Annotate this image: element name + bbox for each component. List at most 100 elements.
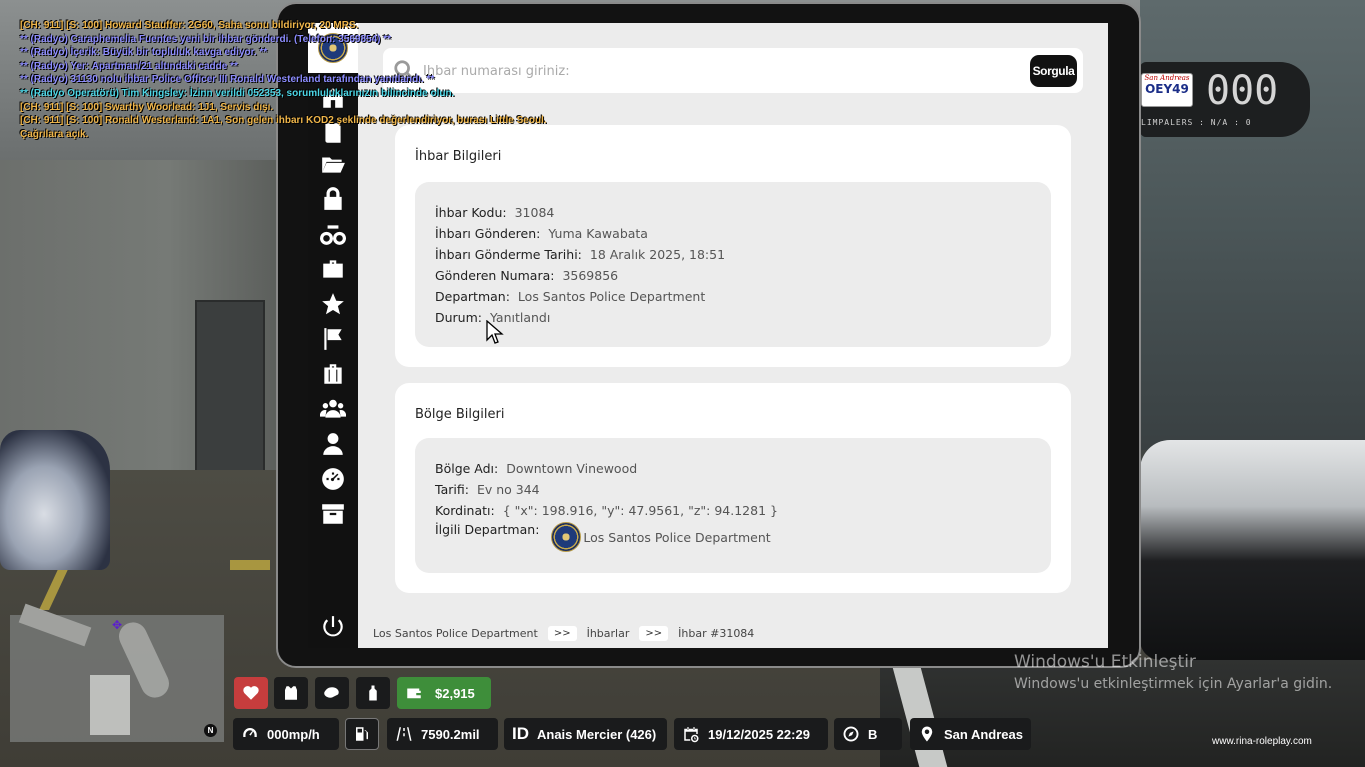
health-indicator bbox=[234, 677, 268, 709]
calendar-clock-icon bbox=[674, 718, 708, 750]
power-icon[interactable] bbox=[318, 612, 348, 642]
food-icon bbox=[324, 687, 339, 698]
region-info-panel: Bölge Adı: Downtown Vinewood Tarifi: Ev no… bbox=[415, 438, 1051, 573]
chat-line: [CH: 911] [S: 100] Ronald Westerland: 1A… bbox=[20, 115, 547, 127]
field-label: Kordinatı: bbox=[435, 503, 495, 518]
region-field-row: Bölge Adı: Downtown Vinewood bbox=[435, 461, 637, 476]
region-field-row: Tarifi: Ev no 344 bbox=[435, 482, 540, 497]
chat-log: [CH: 911] [S: 100] Howard Stauffer: 2G60… bbox=[20, 19, 580, 141]
heart-icon bbox=[243, 686, 259, 700]
north-indicator: N bbox=[204, 724, 217, 737]
datetime-display: 19/12/2025 22:29 bbox=[674, 718, 828, 750]
briefcase-icon[interactable] bbox=[318, 254, 348, 284]
star-icon[interactable] bbox=[318, 289, 348, 319]
fuel-indicator bbox=[345, 718, 379, 750]
speedometer-icon bbox=[233, 718, 267, 750]
direction-value: B bbox=[868, 726, 878, 742]
report-info-panel: İhbar Kodu: 31084 İhbarı Gönderen: Yuma Ka… bbox=[415, 182, 1051, 347]
money-display: $2,915 bbox=[397, 677, 491, 709]
field-value: Downtown Vinewood bbox=[506, 461, 638, 476]
police-car-right bbox=[1140, 440, 1365, 660]
breadcrumb: Los Santos Police Department >> İhbarlar… bbox=[358, 618, 1108, 648]
location-value: San Andreas bbox=[944, 726, 1023, 742]
police-car-left bbox=[0, 430, 110, 570]
folder-icon[interactable] bbox=[318, 149, 348, 179]
fuel-pump-icon bbox=[356, 727, 368, 741]
field-value: Los Santos Police Department bbox=[517, 289, 706, 304]
license-plate: San Andreas OEY49 bbox=[1141, 73, 1193, 107]
minimap-building bbox=[90, 675, 130, 735]
report-field-row: Gönderen Numara: 3569856 bbox=[435, 268, 618, 283]
odometer-display: 7590.2mil bbox=[387, 718, 498, 750]
plate-number: OEY49 bbox=[1145, 82, 1189, 96]
compass-display: B bbox=[834, 718, 902, 750]
location-pin-icon bbox=[910, 718, 944, 750]
server-website: www.rina-roleplay.com bbox=[1212, 736, 1312, 747]
vest-icon bbox=[285, 686, 297, 700]
report-info-title: İhbar Bilgileri bbox=[415, 149, 502, 164]
field-value: 31084 bbox=[514, 205, 555, 220]
field-label: İhbarı Gönderen: bbox=[435, 226, 541, 241]
region-field-row: İlgili Departman: Los Santos Police Depa… bbox=[435, 522, 771, 552]
user-icon[interactable] bbox=[318, 429, 348, 459]
department-badge: Los Santos Police Department bbox=[551, 522, 771, 552]
field-label: İhbar Kodu: bbox=[435, 205, 507, 220]
report-field-row: İhbarı Gönderen: Yuma Kawabata bbox=[435, 226, 648, 241]
money-value: $2,915 bbox=[435, 685, 475, 701]
location-display: San Andreas bbox=[910, 718, 1031, 750]
luggage-icon[interactable] bbox=[318, 359, 348, 389]
background-door bbox=[195, 300, 265, 480]
compass-icon bbox=[834, 718, 868, 750]
region-info-card: Bölge Bilgileri Bölge Adı: Downtown Vinew… bbox=[395, 383, 1071, 593]
flag-icon[interactable] bbox=[318, 324, 348, 354]
chat-line: [CH: 911] [S: 100] Swarthy Woorlead: 1J1… bbox=[20, 101, 274, 113]
report-field-row: İhbar Kodu: 31084 bbox=[435, 205, 554, 220]
coordinates-value: { "x": 198.916, "y": 47.9561, "z": 94.12… bbox=[502, 503, 778, 518]
breadcrumb-item-current: İhbar #31084 bbox=[678, 626, 755, 640]
road-icon bbox=[387, 718, 421, 750]
plate-state: San Andreas bbox=[1144, 74, 1190, 82]
group-icon[interactable] bbox=[318, 394, 348, 424]
chat-line: ** (Radyo) Yer: Apartman/21 altındaki ca… bbox=[20, 60, 238, 72]
query-button[interactable]: Sorgula bbox=[1030, 55, 1077, 87]
thirst-indicator bbox=[356, 677, 390, 709]
field-label: Tarifi: bbox=[435, 482, 469, 497]
region-field-row: Kordinatı: { "x": 198.916, "y": 47.9561, … bbox=[435, 503, 778, 518]
field-label: İhbarı Gönderme Tarihi: bbox=[435, 247, 582, 262]
odometer-value: 7590.2mil bbox=[421, 726, 480, 742]
lock-icon[interactable] bbox=[318, 184, 348, 214]
chat-line: [CH: 911] [S: 100] Howard Stauffer: 2G60… bbox=[20, 20, 359, 31]
chat-line: ** (Radyo Operatörü) Tim Kingsley: İzinn… bbox=[20, 87, 455, 99]
waypoint-icon: ✥ bbox=[112, 618, 123, 632]
region-info-title: Bölge Bilgileri bbox=[415, 407, 505, 422]
field-value: 3569856 bbox=[562, 268, 619, 283]
chat-line: Çağrılara açık. bbox=[20, 128, 89, 140]
chat-line: ** (Radyo) Caraphemelia Fuentes yeni bir… bbox=[20, 33, 392, 45]
field-label: İlgili Departman: bbox=[435, 522, 540, 537]
breadcrumb-item[interactable]: İhbarlar bbox=[587, 627, 630, 640]
speed-value: 000mp/h bbox=[267, 726, 320, 742]
field-value: Ev no 344 bbox=[476, 482, 540, 497]
datetime-value: 19/12/2025 22:29 bbox=[708, 726, 810, 742]
hunger-indicator bbox=[315, 677, 349, 709]
report-field-row: İhbarı Gönderme Tarihi: 18 Aralık 2025, 1… bbox=[435, 247, 725, 262]
windows-activation-watermark: Windows'u Etkinleştir Windows'u etkinleş… bbox=[1014, 652, 1332, 692]
chat-line: ** (Radyo) 31130 nolu ihbar Police Offic… bbox=[20, 74, 435, 86]
archive-icon[interactable] bbox=[318, 499, 348, 529]
field-label: Departman: bbox=[435, 289, 510, 304]
player-id-display: ID Anais Mercier (426) bbox=[504, 718, 667, 750]
field-value: 18 Aralık 2025, 18:51 bbox=[589, 247, 726, 262]
armor-indicator bbox=[274, 677, 308, 709]
player-name: Anais Mercier (426) bbox=[537, 726, 657, 742]
handcuffs-icon[interactable] bbox=[318, 219, 348, 249]
floor-stripe bbox=[230, 560, 270, 570]
id-icon: ID bbox=[512, 724, 529, 743]
breadcrumb-separator: >> bbox=[547, 625, 577, 641]
breadcrumb-item[interactable]: Los Santos Police Department bbox=[373, 627, 538, 640]
watermark-subtitle: Windows'u etkinleştirmek için Ayarlar'a … bbox=[1014, 676, 1333, 692]
police-seal-icon bbox=[551, 522, 582, 552]
breadcrumb-separator: >> bbox=[639, 625, 669, 641]
bottle-icon bbox=[369, 685, 377, 701]
dashboard-icon[interactable] bbox=[318, 464, 348, 494]
mouse-cursor-icon bbox=[486, 320, 504, 344]
